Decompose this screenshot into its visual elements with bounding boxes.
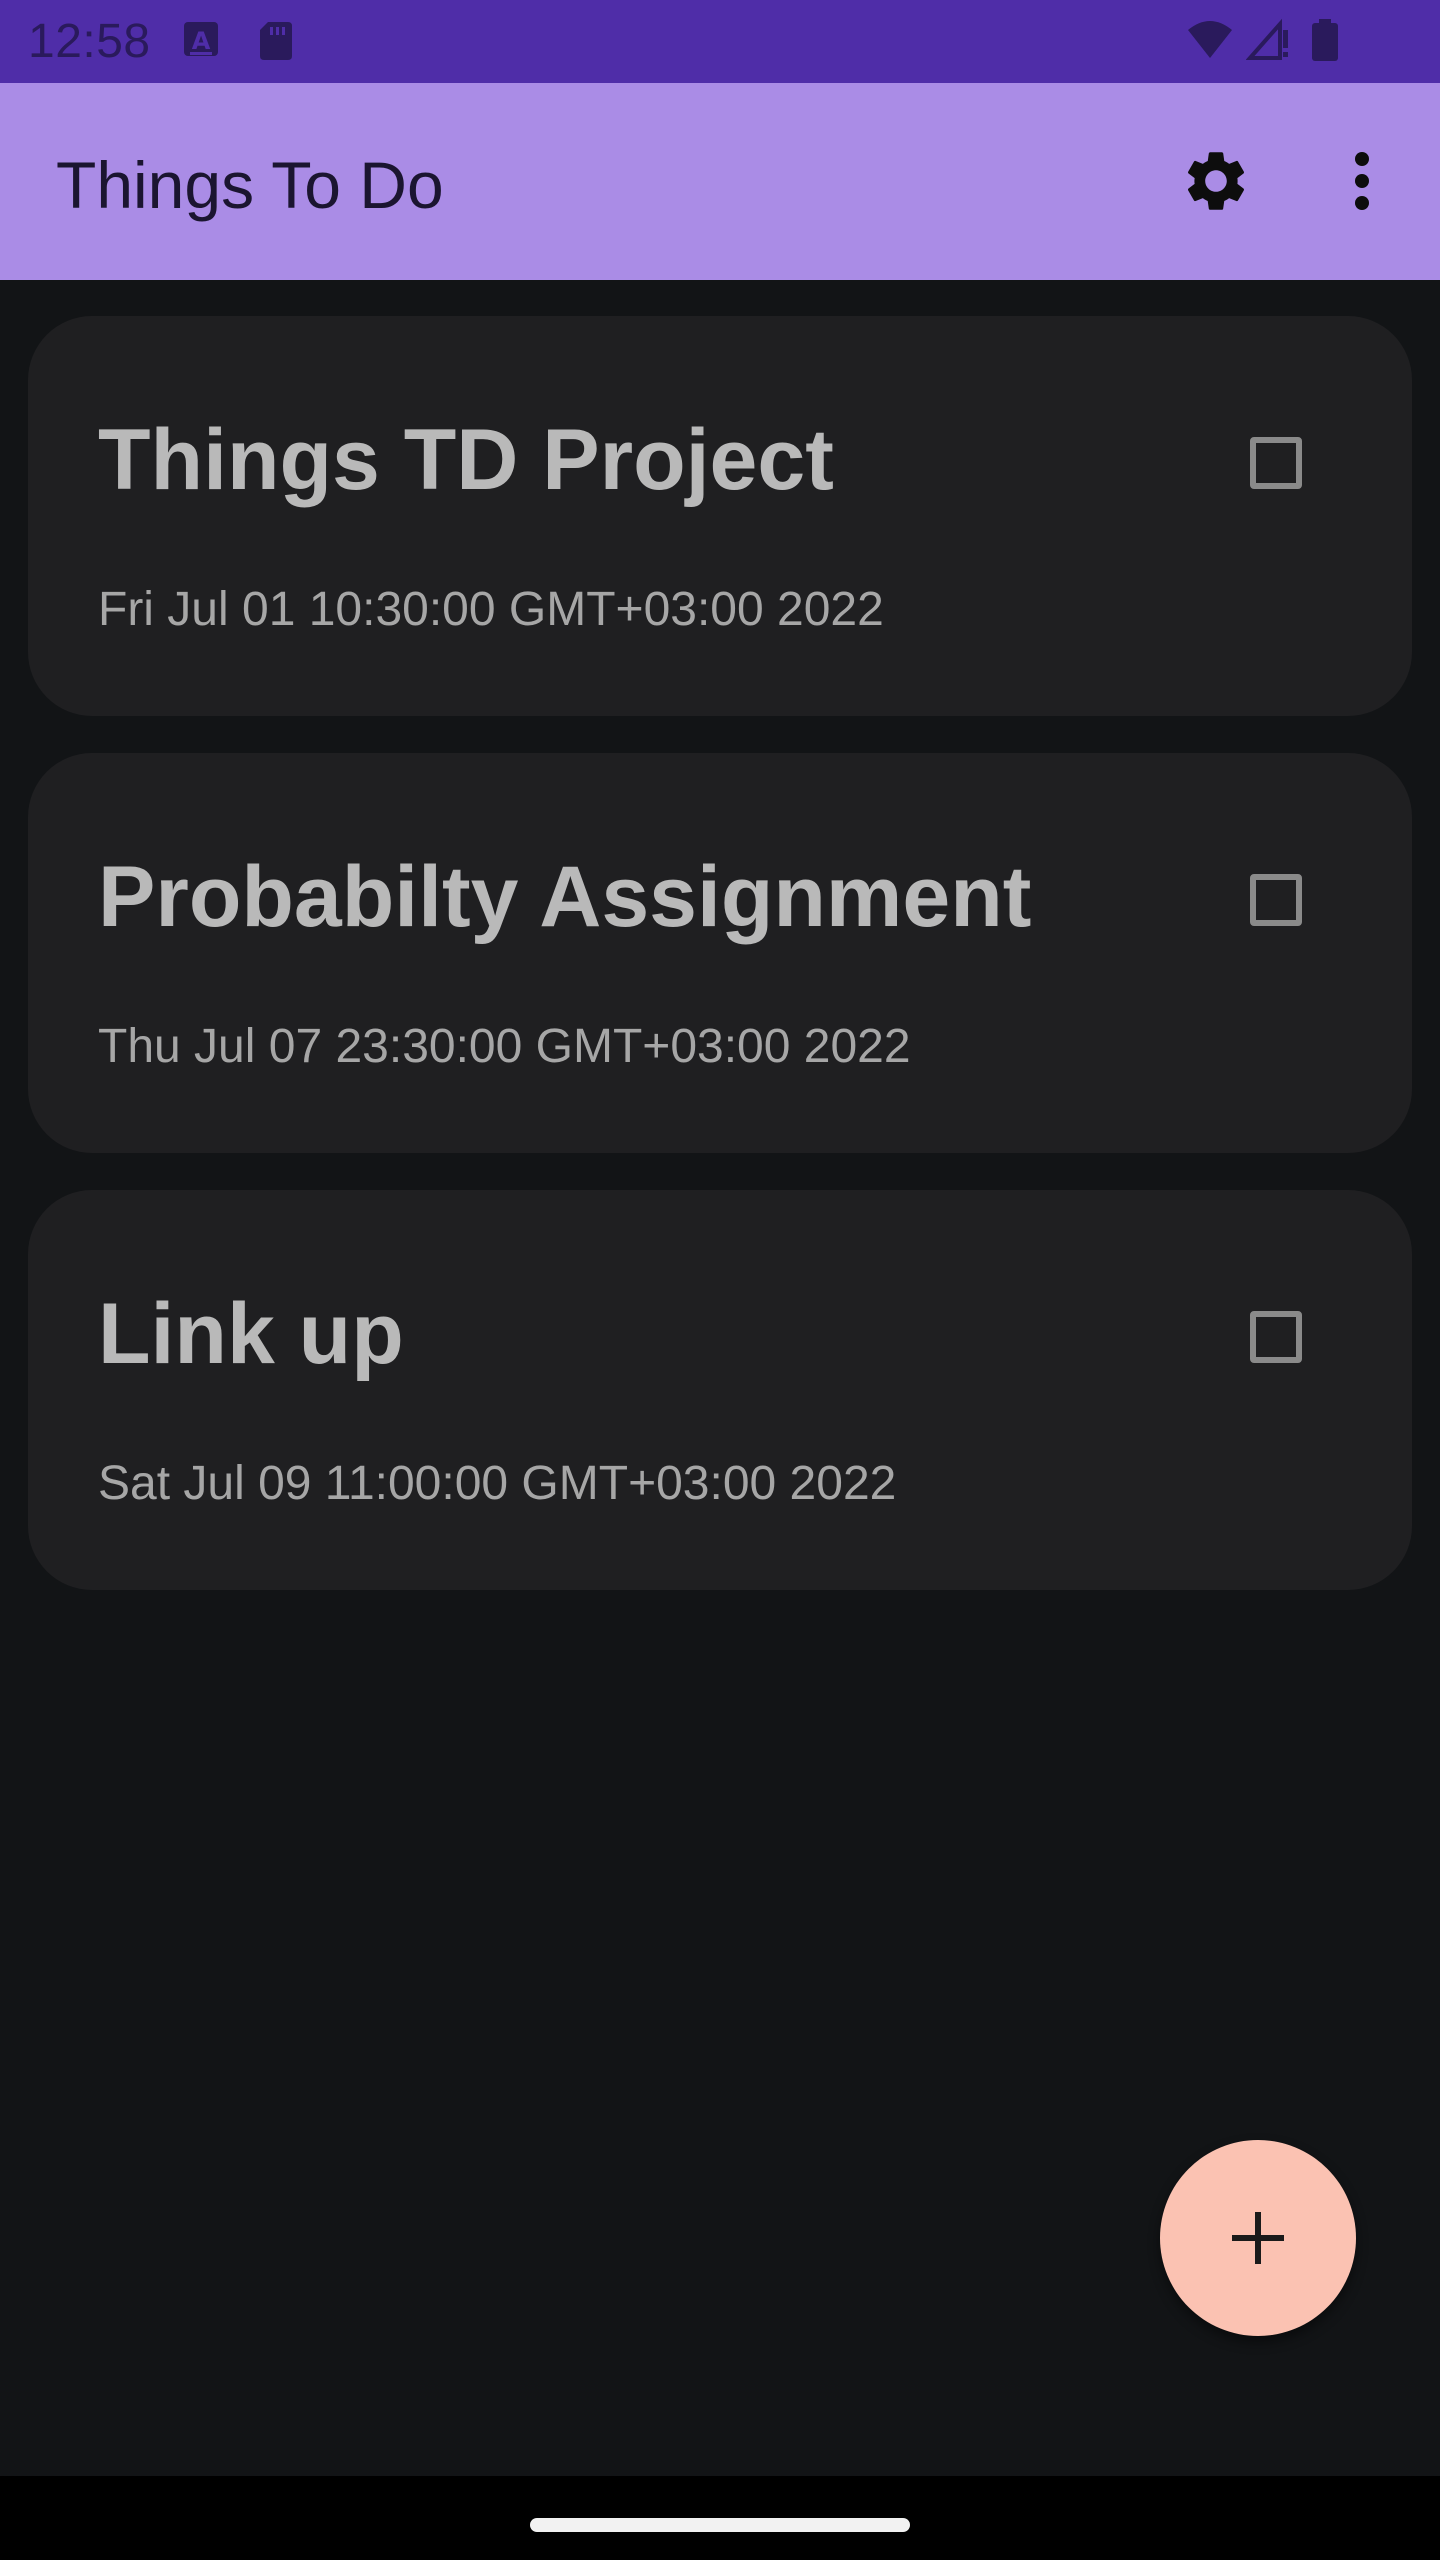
task-checkbox[interactable] xyxy=(1250,874,1302,926)
settings-gear-icon xyxy=(1187,152,1245,210)
more-vert-icon xyxy=(1355,152,1369,210)
home-gesture-handle[interactable] xyxy=(530,2518,910,2532)
task-card[interactable]: Link up Sat Jul 09 11:00:00 GMT+03:00 20… xyxy=(28,1190,1412,1590)
task-title: Link up xyxy=(98,1286,404,1382)
sd-card-icon xyxy=(254,18,298,62)
wifi-icon xyxy=(1186,18,1234,62)
app-bar: Things To Do xyxy=(0,83,1440,280)
svg-text:A: A xyxy=(192,27,211,55)
task-date: Sat Jul 09 11:00:00 GMT+03:00 2022 xyxy=(98,1457,897,1510)
plus-icon xyxy=(1232,2212,1284,2264)
app-title: Things To Do xyxy=(56,148,444,222)
task-checkbox[interactable] xyxy=(1250,437,1302,489)
task-card[interactable]: Probabilty Assignment Thu Jul 07 23:30:0… xyxy=(28,753,1412,1153)
status-time: 12:58 xyxy=(28,15,151,68)
overflow-menu-button[interactable] xyxy=(1334,145,1390,217)
keyboard-a-icon: A xyxy=(180,18,224,62)
task-checkbox[interactable] xyxy=(1250,1311,1302,1363)
battery-icon xyxy=(1310,18,1340,62)
status-bar: 12:58 A xyxy=(0,0,1440,83)
settings-button[interactable] xyxy=(1180,145,1252,217)
task-date: Fri Jul 01 10:30:00 GMT+03:00 2022 xyxy=(98,583,884,636)
task-card[interactable]: Things TD Project Fri Jul 01 10:30:00 GM… xyxy=(28,316,1412,716)
add-task-button[interactable] xyxy=(1160,2140,1356,2336)
task-date: Thu Jul 07 23:30:00 GMT+03:00 2022 xyxy=(98,1020,911,1073)
task-title: Things TD Project xyxy=(98,412,834,508)
cellular-no-signal-icon xyxy=(1245,18,1290,62)
task-title: Probabilty Assignment xyxy=(98,849,1032,945)
